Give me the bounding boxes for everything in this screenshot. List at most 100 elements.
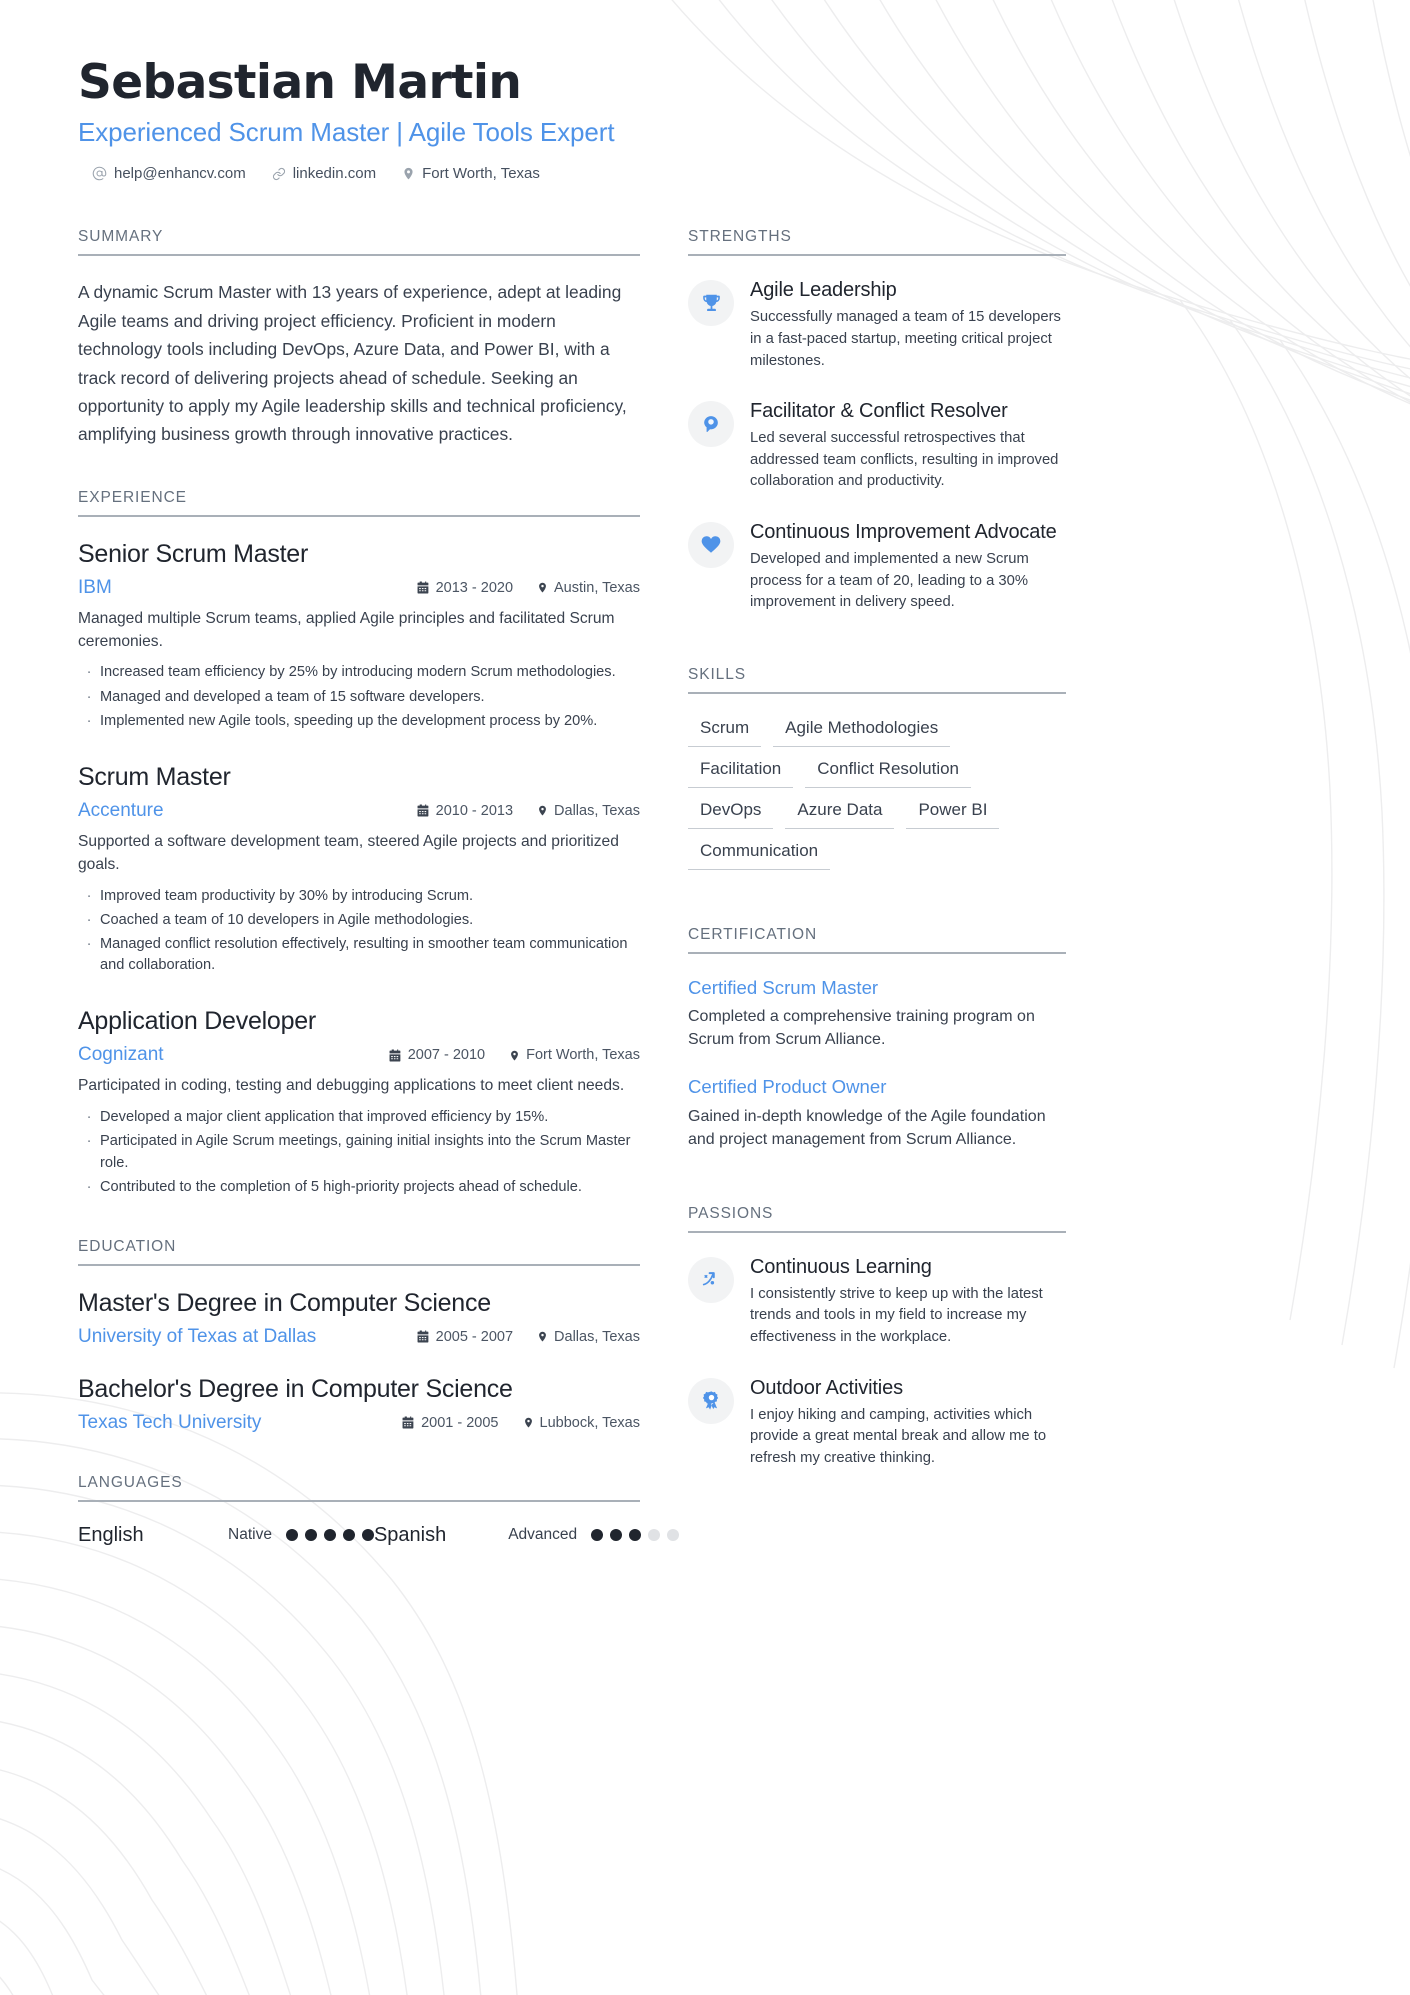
bullet-dot-icon: · bbox=[86, 1133, 92, 1150]
strength-body: Continuous Improvement Advocate Develope… bbox=[750, 520, 1066, 614]
company-name[interactable]: Accenture bbox=[78, 800, 164, 822]
education-dates: 2005 - 2007 bbox=[417, 1329, 513, 1345]
education-dates-text: 2001 - 2005 bbox=[421, 1414, 499, 1431]
job-location: Dallas, Texas bbox=[537, 803, 640, 819]
two-column-body: SUMMARY A dynamic Scrum Master with 13 y… bbox=[78, 228, 1350, 1586]
passion-body: Continuous Learning I consistently striv… bbox=[750, 1255, 1066, 1349]
job-location-text: Dallas, Texas bbox=[554, 802, 640, 819]
education-meta-right: 2001 - 2005 Lubbock, Texas bbox=[402, 1415, 640, 1431]
section-heading-summary: SUMMARY bbox=[78, 228, 640, 257]
list-item: · Contributed to the completion of 5 high… bbox=[78, 1177, 640, 1198]
location-pin-icon bbox=[523, 1416, 534, 1429]
job-bullets: · Increased team efficiency by 25% by int… bbox=[78, 662, 640, 731]
certification-title[interactable]: Certified Product Owner bbox=[688, 1075, 1066, 1099]
language-item-spanish: Spanish Advanced bbox=[374, 1524, 680, 1547]
bullet-text: Increased team efficiency by 25% by intr… bbox=[100, 664, 616, 681]
job-description: Managed multiple Scrum teams, applied Ag… bbox=[78, 609, 615, 650]
job-dates: 2007 - 2010 bbox=[389, 1047, 485, 1063]
contact-email[interactable]: help@enhancv.com bbox=[92, 165, 246, 182]
bullet-text: Managed conflict resolution effectively,… bbox=[100, 936, 628, 974]
link-icon bbox=[272, 167, 286, 181]
location-pin-icon bbox=[537, 1330, 548, 1343]
section-heading-passions: PASSIONS bbox=[688, 1205, 1066, 1233]
job-meta: Accenture 2010 - 2013 Dallas, Texas bbox=[78, 800, 640, 822]
heart-icon bbox=[688, 522, 734, 569]
school-name[interactable]: Texas Tech University bbox=[78, 1412, 261, 1434]
job-meta: IBM 2013 - 2020 Austin, Texas bbox=[78, 577, 640, 599]
section-certification: CERTIFICATION Certified Scrum Master Com… bbox=[688, 926, 1066, 1151]
contact-location: Fort Worth, Texas bbox=[402, 165, 540, 182]
rating-dot-empty bbox=[648, 1529, 661, 1542]
certification-description: Gained in-depth knowledge of the Agile f… bbox=[688, 1107, 1046, 1148]
calendar-icon bbox=[389, 1049, 402, 1062]
award-ribbon-icon bbox=[688, 1377, 734, 1424]
skill-tag[interactable]: DevOps bbox=[688, 798, 774, 829]
bullet-text: Improved team productivity by 30% by int… bbox=[100, 887, 474, 904]
location-pin-icon bbox=[509, 1049, 520, 1062]
job-title: Scrum Master bbox=[78, 762, 231, 791]
section-summary: SUMMARY A dynamic Scrum Master with 13 y… bbox=[78, 228, 640, 448]
strength-title: Agile Leadership bbox=[750, 279, 897, 302]
certification-description: Completed a comprehensive training progr… bbox=[688, 1007, 1035, 1049]
company-name[interactable]: IBM bbox=[78, 577, 112, 599]
degree-title: Bachelor's Degree in Computer Science bbox=[78, 1374, 513, 1403]
job-bullets: · Improved team productivity by 30% by in… bbox=[78, 886, 640, 977]
strength-description: Led several successful retrospectives th… bbox=[750, 430, 1059, 490]
rating-dot-empty bbox=[667, 1529, 680, 1542]
strength-title: Continuous Improvement Advocate bbox=[750, 521, 1057, 544]
strength-item: Continuous Improvement Advocate Develope… bbox=[688, 520, 1066, 614]
bullet-text: Coached a team of 10 developers in Agile… bbox=[100, 911, 474, 928]
skill-tag[interactable]: Scrum bbox=[688, 716, 762, 747]
skill-tag[interactable]: Agile Methodologies bbox=[773, 716, 951, 747]
skill-tag[interactable]: Power BI bbox=[906, 798, 1000, 829]
education-location-text: Lubbock, Texas bbox=[539, 1414, 641, 1431]
rating-dot-filled bbox=[591, 1529, 604, 1542]
speech-bubble-icon bbox=[688, 401, 734, 448]
headline-subtitle: Experienced Scrum Master | Agile Tools E… bbox=[78, 117, 615, 148]
job-location: Austin, Texas bbox=[537, 580, 640, 596]
job-location: Fort Worth, Texas bbox=[509, 1047, 640, 1063]
job-location-text: Fort Worth, Texas bbox=[526, 1047, 640, 1064]
bullet-dot-icon: · bbox=[86, 688, 92, 705]
strength-item: Facilitator & Conflict Resolver Led seve… bbox=[688, 399, 1066, 493]
strength-body: Facilitator & Conflict Resolver Led seve… bbox=[750, 399, 1066, 493]
skill-tag[interactable]: Azure Data bbox=[785, 798, 895, 829]
passion-description: I consistently strive to keep up with th… bbox=[750, 1285, 1043, 1346]
language-rating-dots bbox=[591, 1529, 680, 1542]
skill-tag[interactable]: Conflict Resolution bbox=[805, 757, 972, 788]
skills-list: Scrum Agile Methodologies Facilitation C… bbox=[688, 716, 1066, 870]
job-description: Participated in coding, testing and debu… bbox=[78, 1077, 625, 1095]
list-item: · Managed and developed a team of 15 soft… bbox=[78, 687, 640, 708]
skill-tag[interactable]: Facilitation bbox=[688, 757, 794, 788]
passion-title: Continuous Learning bbox=[750, 1255, 932, 1278]
rating-dot-filled bbox=[323, 1529, 336, 1542]
job-location-text: Austin, Texas bbox=[554, 579, 640, 596]
calendar-icon bbox=[402, 1416, 415, 1429]
location-pin-icon bbox=[402, 166, 415, 181]
skill-tag[interactable]: Communication bbox=[688, 839, 831, 870]
list-item: · Implemented new Agile tools, speeding u… bbox=[78, 711, 640, 732]
experience-entry: Senior Scrum Master IBM 2013 - 2020 Aust… bbox=[78, 539, 640, 732]
contact-linkedin[interactable]: linkedin.com bbox=[272, 165, 376, 182]
company-name[interactable]: Cognizant bbox=[78, 1044, 164, 1066]
calendar-icon bbox=[417, 1330, 430, 1343]
education-dates-text: 2005 - 2007 bbox=[435, 1328, 514, 1345]
resume-header: Sebastian Martin Experienced Scrum Maste… bbox=[78, 55, 1350, 182]
languages-row: English Native Spanish Advanced bbox=[78, 1524, 680, 1547]
right-column: STRENGTHS Agile Leadership Successfully … bbox=[688, 228, 1066, 1586]
strength-title: Facilitator & Conflict Resolver bbox=[750, 400, 1008, 423]
bullet-text: Implemented new Agile tools, speeding up… bbox=[100, 712, 598, 729]
school-name[interactable]: University of Texas at Dallas bbox=[78, 1326, 316, 1348]
experience-entry: Scrum Master Accenture 2010 - 2013 Dalla… bbox=[78, 762, 640, 976]
bullet-dot-icon: · bbox=[86, 712, 92, 729]
resume-content: Sebastian Martin Experienced Scrum Maste… bbox=[0, 0, 1410, 1587]
job-meta-right: 2010 - 2013 Dallas, Texas bbox=[417, 803, 640, 819]
bullet-text: Contributed to the completion of 5 high-… bbox=[100, 1178, 582, 1195]
list-item: · Developed a major client application th… bbox=[78, 1107, 640, 1128]
section-heading-strengths: STRENGTHS bbox=[688, 228, 1066, 257]
list-item: · Improved team productivity by 30% by in… bbox=[78, 886, 640, 907]
list-item: · Participated in Agile Scrum meetings, g… bbox=[78, 1131, 640, 1173]
bullet-text: Developed a major client application tha… bbox=[100, 1109, 549, 1126]
certification-title[interactable]: Certified Scrum Master bbox=[688, 976, 1066, 1000]
passion-description: I enjoy hiking and camping, activities w… bbox=[750, 1406, 1047, 1466]
